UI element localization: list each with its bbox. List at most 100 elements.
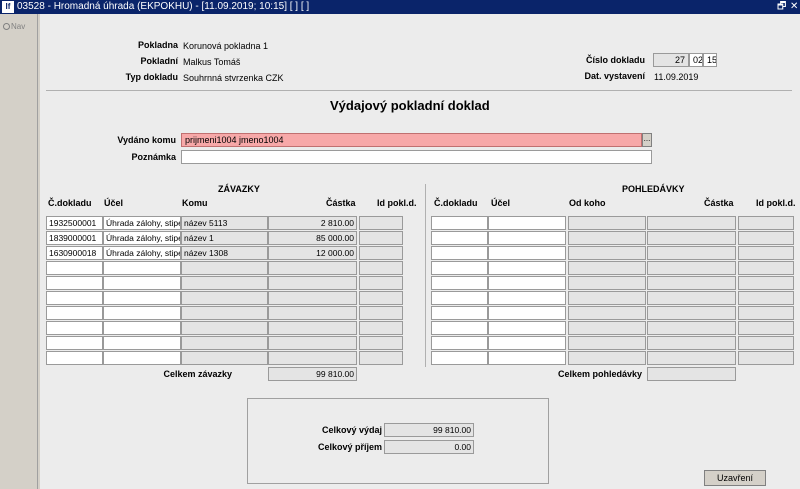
zavazky-cell-ucel[interactable] xyxy=(103,306,181,320)
zavazky-cell-ucel[interactable] xyxy=(103,261,181,275)
celkovy-vydaj-label: Celkový výdaj xyxy=(321,425,382,435)
zavazky-cell-komu xyxy=(181,276,268,290)
zavazky-cell-castka xyxy=(268,336,357,350)
pokladni-value: Malkus Tomáš xyxy=(183,57,241,67)
zavazky-cell-doklad[interactable]: 1932500001 xyxy=(46,216,103,230)
pokladna-label: Pokladna xyxy=(137,40,178,50)
pohledavky-cell-doklad[interactable] xyxy=(431,321,488,335)
zavazky-col-ucel: Účel xyxy=(104,198,124,208)
zavazky-cell-doklad[interactable]: 1630900018 xyxy=(46,246,103,260)
pohledavky-cell-ucel[interactable] xyxy=(488,216,566,230)
zavazky-cell-castka: 12 000.00 xyxy=(268,246,357,260)
zavazky-cell-id xyxy=(359,231,403,245)
pohledavky-cell-ucel[interactable] xyxy=(488,336,566,350)
pokladni-label: Pokladní xyxy=(140,56,178,66)
pohledavky-cell-id xyxy=(738,216,794,230)
zavazky-cell-id xyxy=(359,306,403,320)
zavazky-cell-ucel[interactable] xyxy=(103,276,181,290)
zavazky-cell-doklad[interactable] xyxy=(46,336,103,350)
pohledavky-cell-doklad[interactable] xyxy=(431,261,488,275)
zavazky-cell-id xyxy=(359,261,403,275)
pohledavky-cell-doklad[interactable] xyxy=(431,231,488,245)
cislo-dokladu-label: Číslo dokladu xyxy=(585,55,645,65)
pohledavky-cell-doklad[interactable] xyxy=(431,336,488,350)
cislo-dokladu-part1: 27 xyxy=(653,53,689,67)
zavazky-cell-komu xyxy=(181,261,268,275)
zavazky-cell-id xyxy=(359,291,403,305)
pohledavky-cell-id xyxy=(738,351,794,365)
pohledavky-cell-ucel[interactable] xyxy=(488,276,566,290)
typ-dokladu-value: Souhrnná stvrzenka CZK xyxy=(183,73,284,83)
pohledavky-cell-od-koho xyxy=(568,306,646,320)
pohledavky-cell-doklad[interactable] xyxy=(431,276,488,290)
pohledavky-cell-doklad[interactable] xyxy=(431,291,488,305)
zavazky-cell-doklad[interactable] xyxy=(46,351,103,365)
pohledavky-title: POHLEDÁVKY xyxy=(622,184,685,194)
pohledavky-cell-doklad[interactable] xyxy=(431,246,488,260)
zavazky-title: ZÁVAZKY xyxy=(218,184,260,194)
close-window-icon[interactable]: ✕ xyxy=(790,0,798,14)
zavazky-cell-komu xyxy=(181,351,268,365)
restore-window-icon[interactable]: 🗗 xyxy=(777,0,786,14)
zavazky-cell-doklad[interactable] xyxy=(46,321,103,335)
pohledavky-cell-ucel[interactable] xyxy=(488,231,566,245)
zavazky-cell-ucel[interactable] xyxy=(103,321,181,335)
celkem-pohledavky-label: Celkem pohledávky xyxy=(557,369,642,379)
typ-dokladu-label: Typ dokladu xyxy=(125,72,178,82)
vydano-komu-input[interactable]: prijmeni1004 jmeno1004 xyxy=(181,133,642,147)
zavazky-cell-doklad[interactable] xyxy=(46,261,103,275)
zavazky-cell-komu: název 1 xyxy=(181,231,268,245)
zavazky-cell-castka: 85 000.00 xyxy=(268,231,357,245)
zavazky-cell-castka xyxy=(268,321,357,335)
zavazky-cell-komu: název 1308 xyxy=(181,246,268,260)
zavazky-cell-ucel[interactable]: Úhrada zálohy, stipe xyxy=(103,216,181,230)
pohledavky-cell-ucel[interactable] xyxy=(488,246,566,260)
vydano-komu-lookup-button[interactable]: ... xyxy=(642,133,652,147)
pohledavky-cell-ucel[interactable] xyxy=(488,306,566,320)
pohledavky-cell-doklad[interactable] xyxy=(431,216,488,230)
zavazky-cell-komu xyxy=(181,291,268,305)
nav-item[interactable]: Nav xyxy=(3,22,25,31)
pohledavky-col-id: Id pokl.d. xyxy=(756,198,796,208)
pohledavky-cell-ucel[interactable] xyxy=(488,351,566,365)
pohledavky-cell-castka xyxy=(647,336,736,350)
pohledavky-cell-id xyxy=(738,291,794,305)
zavazky-cell-ucel[interactable]: Úhrada zálohy, stipe xyxy=(103,246,181,260)
pohledavky-cell-ucel[interactable] xyxy=(488,321,566,335)
pohledavky-cell-od-koho xyxy=(568,351,646,365)
pohledavky-cell-castka xyxy=(647,351,736,365)
pohledavky-cell-castka xyxy=(647,291,736,305)
celkovy-vydaj-value: 99 810.00 xyxy=(384,423,474,437)
zavazky-col-castka: Částka xyxy=(326,198,356,208)
cislo-dokladu-part2: 02 xyxy=(689,53,703,67)
zavazky-cell-castka xyxy=(268,351,357,365)
zavazky-cell-doklad[interactable]: 1839000001 xyxy=(46,231,103,245)
zavazky-cell-doklad[interactable] xyxy=(46,291,103,305)
app-icon: If xyxy=(2,1,14,13)
celkem-zavazky-label: Celkem závazky xyxy=(163,369,232,379)
pohledavky-cell-id xyxy=(738,231,794,245)
uzavreni-button[interactable]: Uzavření xyxy=(704,470,766,486)
celkovy-prijem-label: Celkový příjem xyxy=(317,442,382,452)
zavazky-cell-komu xyxy=(181,321,268,335)
pohledavky-cell-doklad[interactable] xyxy=(431,306,488,320)
zavazky-cell-id xyxy=(359,321,403,335)
zavazky-cell-ucel[interactable] xyxy=(103,291,181,305)
pohledavky-cell-id xyxy=(738,276,794,290)
pohledavky-cell-ucel[interactable] xyxy=(488,261,566,275)
zavazky-cell-doklad[interactable] xyxy=(46,306,103,320)
pohledavky-cell-doklad[interactable] xyxy=(431,351,488,365)
pohledavky-cell-od-koho xyxy=(568,231,646,245)
pohledavky-cell-castka xyxy=(647,261,736,275)
cislo-dokladu-part3: 15 xyxy=(703,53,717,67)
nav-label: Nav xyxy=(11,22,26,31)
poznamka-input[interactable] xyxy=(181,150,652,164)
zavazky-cell-ucel[interactable] xyxy=(103,351,181,365)
celkem-zavazky-value: 99 810.00 xyxy=(268,367,357,381)
main-form: Pokladna Korunová pokladna 1 Pokladní Ma… xyxy=(40,14,800,489)
pohledavky-cell-od-koho xyxy=(568,276,646,290)
zavazky-cell-ucel[interactable]: Úhrada zálohy, stipe xyxy=(103,231,181,245)
zavazky-cell-doklad[interactable] xyxy=(46,276,103,290)
pohledavky-cell-ucel[interactable] xyxy=(488,291,566,305)
zavazky-cell-ucel[interactable] xyxy=(103,336,181,350)
